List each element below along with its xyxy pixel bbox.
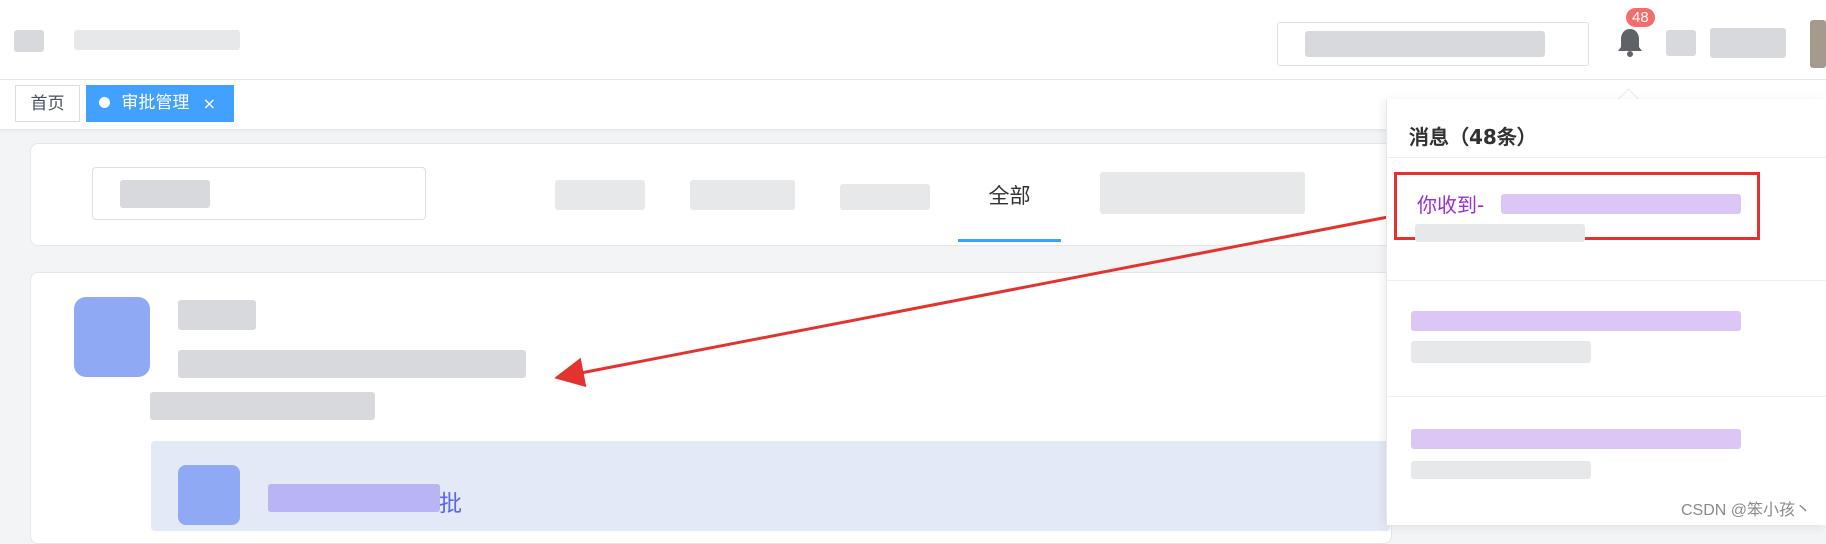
active-dot-icon <box>99 96 110 108</box>
message-2-time <box>1411 341 1591 363</box>
requester-name <box>178 300 256 330</box>
hamburger-icon[interactable] <box>14 30 44 52</box>
request-summary <box>178 350 526 378</box>
header-tool-icon[interactable] <box>1666 30 1696 56</box>
approval-title <box>268 484 440 512</box>
request-time <box>150 392 375 420</box>
avatar <box>74 297 150 377</box>
approval-type-icon <box>178 465 240 525</box>
avatar[interactable] <box>1810 20 1826 68</box>
user-name[interactable] <box>1710 28 1786 58</box>
notification-bell-icon[interactable] <box>1612 24 1648 60</box>
message-1-link[interactable]: 你收到- <box>1417 189 1484 218</box>
watermark: CSDN @笨小孩丶 <box>1681 502 1812 519</box>
message-2-content[interactable] <box>1411 311 1741 331</box>
tab-home-label: 首页 <box>30 94 65 114</box>
active-tab-underline <box>958 239 1061 242</box>
top-header: 48 <box>0 0 1826 80</box>
messages-popover: 消息（48条） 你收到- <box>1386 99 1826 525</box>
close-icon[interactable]: × <box>203 85 216 122</box>
messages-title: 消息（48条） <box>1409 125 1537 149</box>
filter-tab-2[interactable] <box>690 180 795 210</box>
filter-tab-5[interactable] <box>1100 172 1305 214</box>
tab-home[interactable]: 首页 <box>15 85 80 122</box>
message-1-time <box>1415 224 1585 242</box>
tab-approval-management[interactable]: 审批管理 × <box>86 85 234 122</box>
divider <box>1387 157 1826 158</box>
bell-icon <box>1618 29 1642 57</box>
header-search-placeholder <box>1305 31 1545 57</box>
divider <box>1387 280 1826 281</box>
tab-approval-label: 审批管理 <box>121 93 190 113</box>
message-1-content <box>1501 194 1741 214</box>
message-3-content[interactable] <box>1411 429 1741 449</box>
notification-count-badge: 48 <box>1626 8 1655 27</box>
filter-tab-1[interactable] <box>555 180 645 210</box>
breadcrumb <box>74 30 240 50</box>
filter-search-placeholder <box>120 180 210 208</box>
approval-title-suffix[interactable]: 批 <box>439 484 462 518</box>
filter-tab-3[interactable] <box>840 184 930 210</box>
divider <box>1387 396 1826 397</box>
tab-all[interactable]: 全部 <box>958 180 1061 210</box>
message-3-time <box>1411 461 1591 479</box>
